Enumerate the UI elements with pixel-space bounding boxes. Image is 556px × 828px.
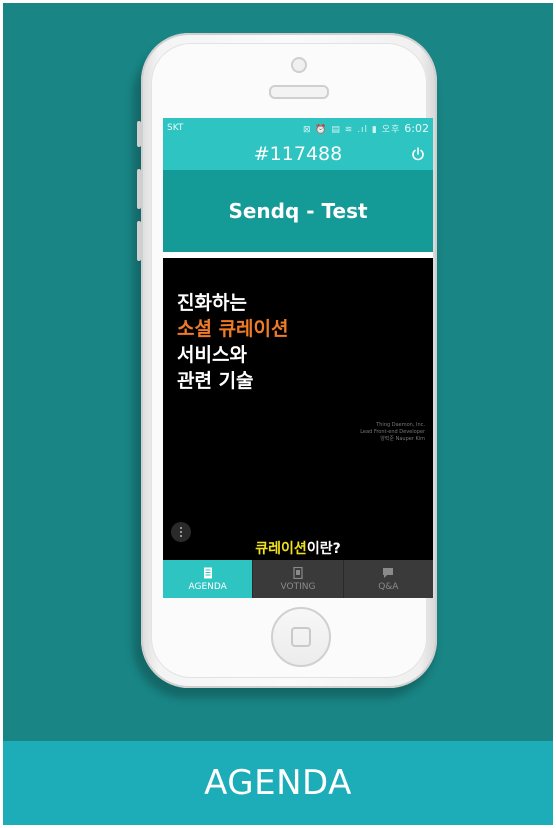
ballot-icon xyxy=(293,566,303,579)
earpiece-speaker xyxy=(269,85,329,99)
app-title-bar: #117488 xyxy=(163,138,433,170)
slide-line-1: 진화하는 xyxy=(177,292,247,314)
mute-switch xyxy=(137,121,141,147)
front-camera xyxy=(291,57,307,73)
slide-line-2: 소셜 큐레이션 xyxy=(177,318,289,340)
status-icons: ⊠ ⏰ ▤ ≋ .ıl ▮ 오후 xyxy=(302,124,401,135)
status-time: 6:02 xyxy=(404,121,429,135)
tab-voting-label: VOTING xyxy=(280,581,316,592)
credit-name: 양력준 Nauper Kim xyxy=(380,435,425,442)
app-promo-frame: SKT ⊠ ⏰ ▤ ≋ .ıl ▮ 오후 6:02 #117488 Sendq … xyxy=(3,3,553,825)
phone-screen: SKT ⊠ ⏰ ▤ ≋ .ıl ▮ 오후 6:02 #117488 Sendq … xyxy=(163,118,433,598)
slide-line-3: 서비스와 xyxy=(177,344,247,366)
status-bar: SKT ⊠ ⏰ ▤ ≋ .ıl ▮ 오후 6:02 xyxy=(163,118,433,138)
feature-banner: AGENDA xyxy=(3,741,553,825)
slide-credits: Thing Daemon, Inc. Lead Front-end Develo… xyxy=(360,422,425,442)
tab-qna-label: Q&A xyxy=(378,581,399,592)
slide-caption: 큐레이션이란? xyxy=(163,538,433,558)
caption-rest: 이란? xyxy=(306,541,341,557)
tab-agenda[interactable]: AGENDA xyxy=(163,560,253,598)
room-code: #117488 xyxy=(253,143,343,165)
event-header: Sendq - Test xyxy=(163,170,433,252)
tab-agenda-label: AGENDA xyxy=(188,581,227,592)
home-button[interactable] xyxy=(271,607,331,667)
bottom-tab-bar: AGENDA VOTING Q&A xyxy=(163,560,433,598)
caption-highlight: 큐레이션 xyxy=(255,541,307,557)
slide-line-4: 관련 기술 xyxy=(177,370,254,392)
volume-down-button xyxy=(137,221,141,261)
feature-label: AGENDA xyxy=(204,763,352,803)
tab-qna[interactable]: Q&A xyxy=(342,560,433,598)
chat-icon xyxy=(383,567,394,578)
carrier-label: SKT xyxy=(167,123,184,133)
volume-up-button xyxy=(137,169,141,209)
tab-voting[interactable]: VOTING xyxy=(252,560,343,598)
power-icon[interactable] xyxy=(411,147,425,161)
document-icon xyxy=(203,567,212,578)
presentation-slide[interactable]: 진화하는 소셜 큐레이션 서비스와 관련 기술 Thing Daemon, In… xyxy=(163,258,433,560)
credit-role: Lead Front-end Developer xyxy=(360,428,425,435)
credit-company: Thing Daemon, Inc. xyxy=(376,422,425,428)
event-title: Sendq - Test xyxy=(228,199,368,223)
